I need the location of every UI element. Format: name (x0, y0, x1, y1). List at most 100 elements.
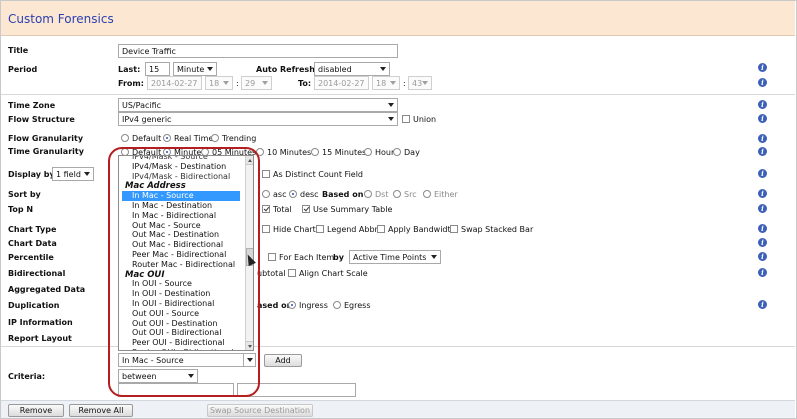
chevron-down-icon (262, 81, 268, 85)
sort-asc-radio[interactable] (262, 190, 270, 198)
info-icon[interactable]: i (758, 169, 767, 178)
swap-stacked-checkbox[interactable] (450, 225, 458, 233)
ingress-radio[interactable] (288, 301, 296, 309)
time-gran-day-radio[interactable] (393, 148, 401, 156)
duplication-based-on-label: ased on (257, 301, 293, 310)
chevron-down-icon (390, 81, 396, 85)
last-value-input[interactable]: 15 (145, 62, 170, 76)
sort-either-radio[interactable] (423, 190, 431, 198)
sort-desc-label: desc (300, 190, 319, 199)
hide-chart-label: Hide Chart (273, 225, 316, 234)
time-zone-select[interactable]: US/Pacific (118, 98, 398, 112)
sort-either-label: Either (434, 190, 458, 199)
display-by-select[interactable]: 1 field (52, 167, 94, 181)
chevron-down-icon (388, 117, 394, 121)
time-gran-day-label: Day (404, 148, 420, 157)
flow-gran-realtime-label: Real Time (174, 134, 214, 143)
label-report-layout: Report Layout (8, 334, 72, 343)
sort-src-label: Src (404, 190, 417, 199)
info-icon[interactable]: i (758, 252, 767, 261)
to-minute-select[interactable]: 43 (408, 76, 432, 90)
sort-based-on-label: Based on (322, 190, 364, 199)
label-duplication: Duplication (8, 301, 60, 310)
flow-structure-select[interactable]: IPv4 generic (118, 112, 398, 126)
flow-gran-trending-radio[interactable] (211, 134, 219, 142)
info-icon[interactable]: i (758, 78, 767, 87)
chevron-down-icon (388, 103, 394, 107)
total-checkbox[interactable] (262, 205, 270, 213)
label-percentile: Percentile (8, 253, 54, 262)
time-gran-10min-label: 10 Minutes (267, 148, 312, 157)
info-icon[interactable]: i (758, 100, 767, 109)
label-title: Title (8, 46, 29, 55)
percentile-by-select[interactable]: Active Time Points (349, 250, 441, 264)
time-gran-hour-radio[interactable] (364, 148, 372, 156)
swap-stacked-label: Swap Stacked Bar (461, 225, 534, 234)
distinct-count-label: As Distinct Count Field (273, 170, 364, 179)
legend-abbr-checkbox[interactable] (316, 225, 324, 233)
flow-gran-default-radio[interactable] (121, 134, 129, 142)
info-icon[interactable]: i (758, 204, 767, 213)
last-unit-select[interactable]: Minute (173, 62, 217, 76)
flow-gran-default-label: Default (132, 134, 162, 143)
use-summary-label: Use Summary Table (313, 205, 393, 214)
remove-all-button[interactable]: Remove All (69, 404, 133, 417)
label-aggregated-data: Aggregated Data (8, 285, 86, 294)
sort-src-radio[interactable] (393, 190, 401, 198)
add-criteria-button[interactable]: Add (264, 354, 302, 367)
to-date-input[interactable]: 2014-02-27 (314, 76, 369, 90)
info-icon[interactable]: i (758, 224, 767, 233)
info-icon[interactable]: i (758, 63, 767, 72)
sort-desc-radio[interactable] (289, 190, 297, 198)
auto-refresh-select[interactable]: disabled (314, 62, 390, 76)
label-time-granularity: Time Granularity (8, 147, 84, 156)
time-gran-15min-radio[interactable] (311, 148, 319, 156)
total-label: Total (273, 205, 292, 214)
label-chart-type: Chart Type (8, 225, 57, 234)
info-icon[interactable]: i (758, 300, 767, 309)
time-gran-hour-label: Hour (375, 148, 395, 157)
auto-refresh-label: Auto Refresh: (256, 65, 319, 74)
to-hour-select[interactable]: 18 (372, 76, 400, 90)
chevron-down-icon (380, 67, 386, 71)
from-label: From: (118, 79, 144, 88)
label-ip-information: IP Information (8, 318, 73, 327)
label-bidirectional: Bidirectional (8, 269, 66, 278)
title-input[interactable]: Device Traffic (118, 44, 398, 58)
flow-gran-realtime-radio[interactable] (163, 134, 171, 142)
union-checkbox[interactable] (402, 115, 410, 123)
from-colon: : (236, 79, 239, 88)
info-icon[interactable]: i (758, 147, 767, 156)
sort-dst-label: Dst (375, 190, 389, 199)
apply-bandwidth-checkbox[interactable] (377, 225, 385, 233)
last-label: Last: (118, 65, 141, 74)
sort-asc-label: asc (273, 190, 287, 199)
from-date-input[interactable]: 2014-02-27 (147, 76, 202, 90)
info-icon[interactable]: i (758, 114, 767, 123)
for-each-item-checkbox[interactable] (268, 253, 276, 261)
info-icon[interactable]: i (758, 238, 767, 247)
chevron-down-icon (422, 81, 428, 85)
info-icon[interactable]: i (758, 189, 767, 198)
from-hour-select[interactable]: 18 (205, 76, 233, 90)
remove-button[interactable]: Remove (8, 404, 64, 417)
align-chart-scale-checkbox[interactable] (288, 269, 296, 277)
from-minute-select[interactable]: 29 (241, 76, 272, 90)
egress-radio[interactable] (333, 301, 341, 309)
to-colon: : (403, 79, 406, 88)
info-icon[interactable]: i (758, 134, 767, 143)
for-each-item-label: For Each Item (279, 253, 335, 262)
label-sort-by: Sort by (8, 190, 41, 199)
swap-source-destination-button[interactable]: Swap Source Destination (207, 404, 313, 417)
time-gran-15min-label: 15 Minutes (322, 148, 367, 157)
label-flow-structure: Flow Structure (8, 115, 75, 124)
page-title: Custom Forensics (8, 12, 114, 26)
label-time-zone: Time Zone (8, 101, 56, 110)
sort-dst-radio[interactable] (364, 190, 372, 198)
info-icon[interactable]: i (758, 268, 767, 277)
hide-chart-checkbox[interactable] (262, 225, 270, 233)
section-divider (1, 94, 795, 95)
use-summary-checkbox[interactable] (302, 205, 310, 213)
ingress-label: Ingress (299, 301, 328, 310)
distinct-count-checkbox[interactable] (262, 170, 270, 178)
